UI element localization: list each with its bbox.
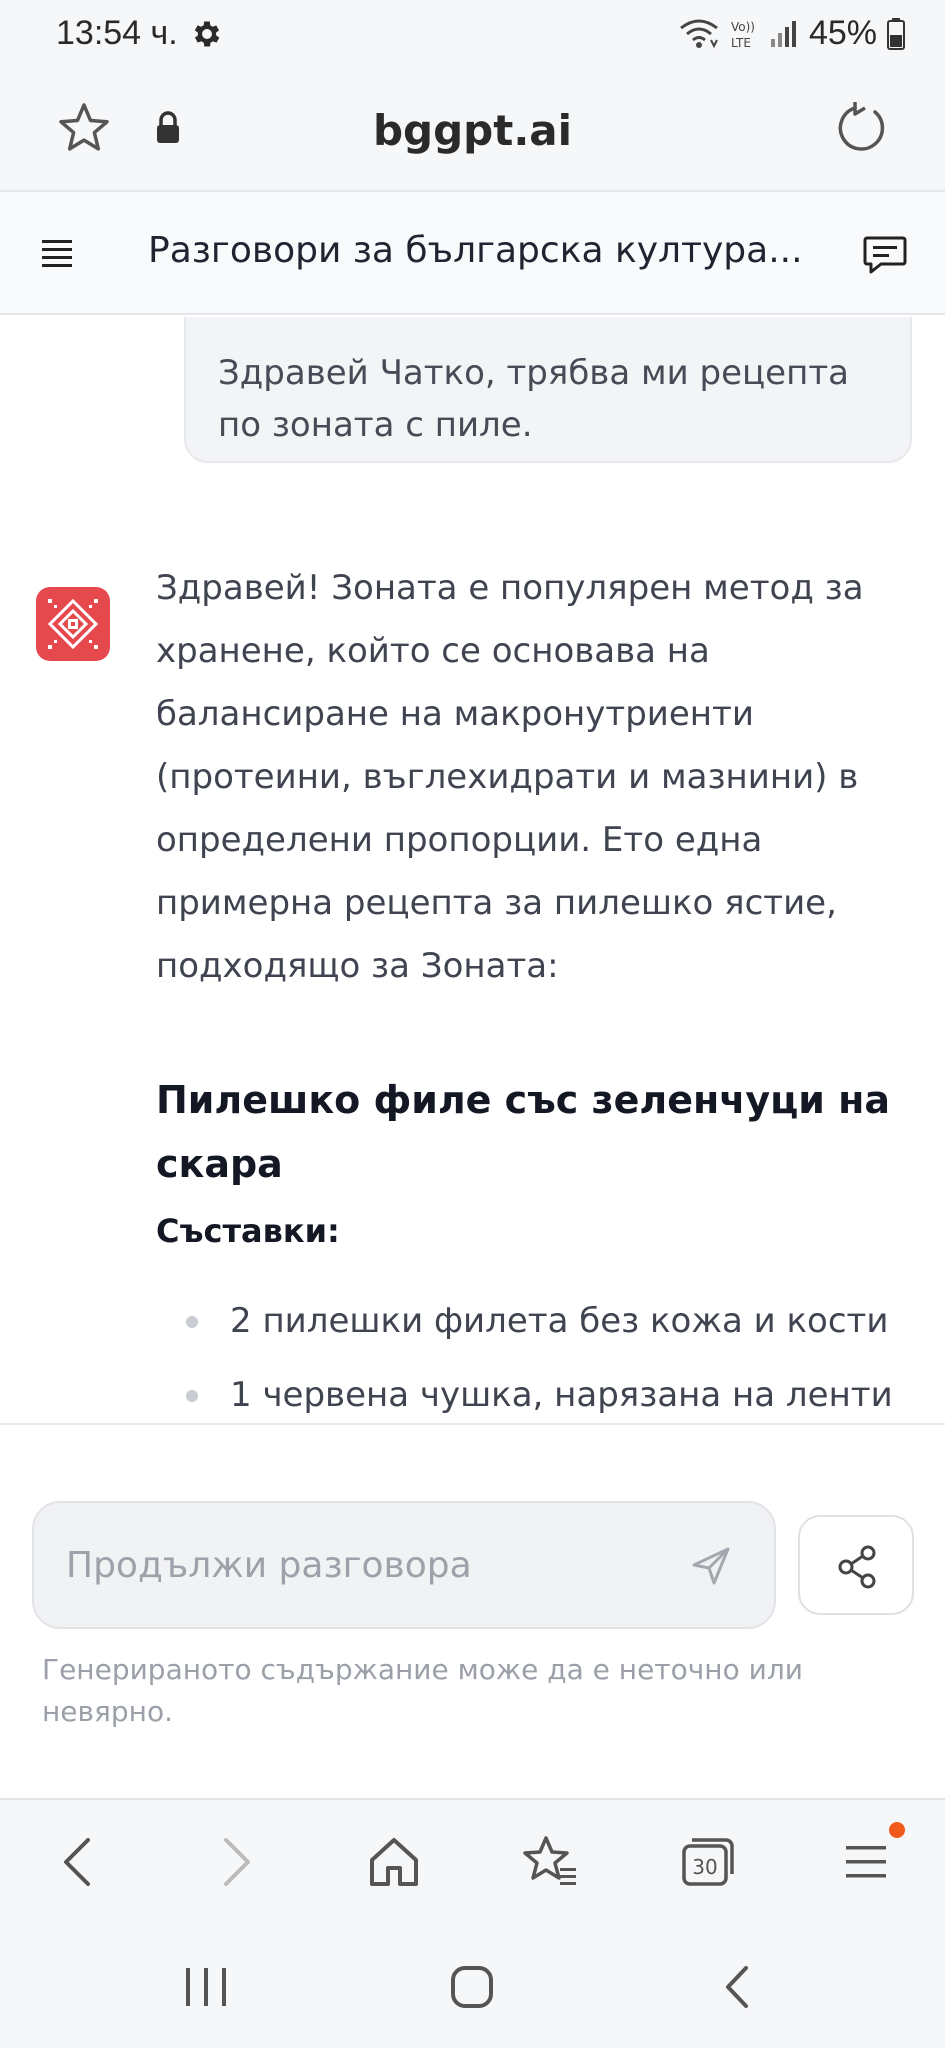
home-icon[interactable] [362,1830,426,1894]
browser-toolbar: 30 [0,1798,945,1924]
battery-icon [887,17,905,50]
status-time: 13:54 ч. [56,14,178,52]
conversation-title: Разговори за българска култура... [148,230,803,271]
ingredient-text: 1 червена чушка, нарязана на ленти [230,1375,893,1415]
recent-apps-icon[interactable] [176,1962,236,2012]
home-button-icon[interactable] [442,1962,502,2012]
bullet [186,1390,198,1402]
conversation-area[interactable]: Здравей Чатко, трябва ми рецепта по зона… [0,317,945,1423]
list-item: 1 червена чушка, нарязана на ленти [156,1358,896,1423]
ingredient-text: 2 пилешки филета без кожа и кости [230,1301,889,1341]
message-input[interactable] [66,1533,666,1597]
menu-icon[interactable] [40,236,80,272]
status-indicators: Vo)) LTE 45% [679,14,905,53]
battery-percentage: 45% [808,14,877,52]
share-icon [838,1545,876,1589]
status-bar: 13:54 ч. Vo)) LTE 45% [0,0,945,70]
volte-icon: Vo)) LTE [731,20,755,50]
ingredients-label: Съставки: [156,1212,340,1250]
share-button[interactable] [798,1515,914,1615]
svg-text:LTE: LTE [731,36,751,50]
svg-text:Vo)): Vo)) [731,20,755,34]
system-back-icon[interactable] [708,1962,768,2012]
forward-icon[interactable] [204,1830,268,1894]
bggpt-logo-icon [47,598,99,650]
notification-badge [889,1822,905,1838]
assistant-intro: Здравей! Зоната е популярен метод за хра… [156,568,864,986]
disclaimer-text: Генерираното съдържание може да е неточн… [42,1653,803,1728]
browser-address-bar: bggpt.ai [0,70,945,190]
tabs-count: 30 [692,1855,717,1879]
bullet [186,1316,198,1328]
assistant-message: Здравей! Зоната е популярен метод за хра… [156,557,896,1423]
message-input-box[interactable] [32,1501,776,1629]
bot-avatar [36,587,110,661]
chat-header: Разговори за българска култура... [0,190,945,315]
wifi-icon [680,19,718,48]
back-icon[interactable] [46,1830,110,1894]
chat-icon[interactable] [861,230,909,278]
url-text[interactable]: bggpt.ai [0,106,945,155]
signal-icon [770,20,796,47]
browser-menu-icon[interactable] [834,1830,898,1894]
bookmarks-icon[interactable] [518,1830,582,1894]
system-navigation-bar [0,1924,945,2048]
gear-icon [194,21,220,47]
send-icon[interactable] [690,1545,732,1587]
list-item: 2 пилешки филета без кожа и кости [156,1284,896,1358]
composer-area: Генерираното съдържание може да е неточн… [0,1423,945,1798]
user-message: Здравей Чатко, трябва ми рецепта по зона… [184,317,912,463]
reload-icon[interactable] [833,100,889,156]
ingredients-list: 2 пилешки филета без кожа и кости 1 черв… [156,1284,896,1423]
recipe-title: Пилешко филе със зеленчуци на скара [156,1078,891,1186]
tabs-icon[interactable]: 30 [676,1830,740,1894]
